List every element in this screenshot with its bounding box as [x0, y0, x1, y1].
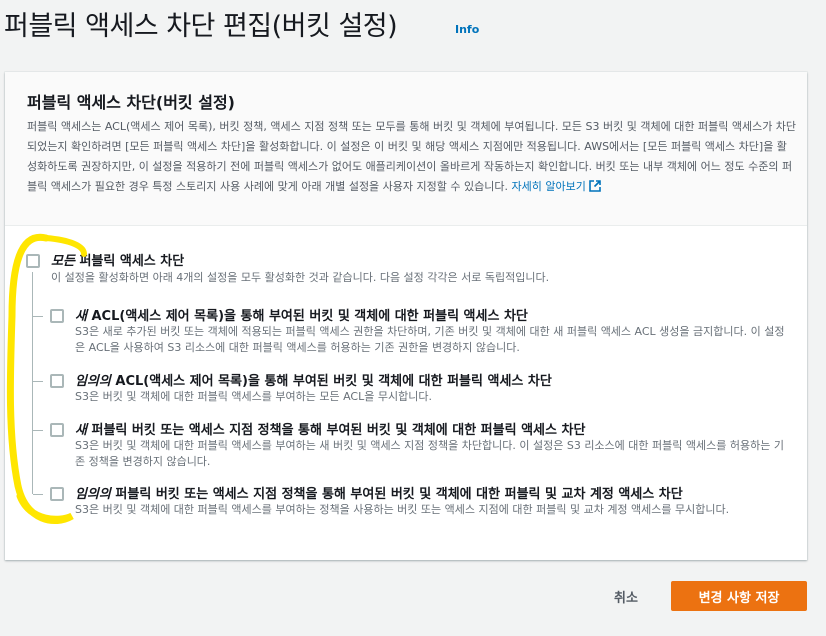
block-all-label-rest: 퍼블릭 액세스 차단 — [74, 254, 185, 269]
block-new-acl-label-rest: ACL(액세스 제어 목록)을 통해 부여된 버킷 및 객체에 대한 퍼블릭 액… — [86, 309, 528, 324]
block-all-description: 이 설정을 활성화하면 아래 4개의 설정을 모두 활성화한 것과 같습니다. … — [51, 271, 550, 284]
block-new-policy-label: 새 퍼블릭 버킷 또는 액세스 지점 정책을 통해 부여된 버킷 및 객체에 대… — [75, 419, 585, 438]
block-new-policy-label-rest: 퍼블릭 버킷 또는 액세스 지점 정책을 통해 부여된 버킷 및 객체에 대한 … — [86, 423, 586, 438]
block-new-acl-label-em: 새 — [75, 309, 87, 324]
panel-description: 퍼블릭 액세스는 ACL(액세스 제어 목록), 버킷 정책, 액세스 지점 정… — [27, 117, 797, 197]
block-new-acl-checkbox[interactable] — [50, 309, 64, 323]
block-any-policy-checkbox[interactable] — [50, 487, 64, 501]
info-link[interactable]: Info — [455, 23, 479, 36]
block-new-policy-checkbox[interactable] — [50, 423, 64, 437]
block-any-acl-label: 임의의 ACL(액세스 제어 목록)을 통해 부여된 버킷 및 객체에 대한 퍼… — [75, 370, 552, 389]
panel-title: 퍼블릭 액세스 차단(버킷 설정) — [27, 93, 235, 112]
block-any-acl-checkbox[interactable] — [50, 374, 64, 388]
block-any-policy-description: S3은 버킷 및 객체에 대한 퍼블릭 액세스를 부여하는 정책을 사용하는 버… — [75, 503, 730, 516]
block-all-label-em: 모든 — [51, 254, 75, 269]
tree-branch — [33, 381, 43, 382]
learn-more-label: 자세히 알아보기 — [511, 180, 586, 193]
block-new-acl-label: 새 ACL(액세스 제어 목록)을 통해 부여된 버킷 및 객체에 대한 퍼블릭… — [75, 305, 528, 324]
tree-branch — [33, 494, 43, 495]
block-new-acl-description: S3은 새로 추가된 버킷 또는 객체에 적용되는 퍼블릭 액세스 권한을 차단… — [75, 325, 785, 354]
tree-branch — [33, 316, 43, 317]
page-title: 퍼블릭 액세스 차단 편집(버킷 설정) — [4, 11, 398, 42]
block-any-policy-label-em: 임의의 — [75, 487, 111, 502]
tree-branch — [33, 430, 43, 431]
page-header: 퍼블릭 액세스 차단 편집(버킷 설정) Info — [0, 0, 826, 56]
block-new-policy-label-em: 새 — [75, 423, 87, 438]
panel-description-text: 퍼블릭 액세스는 ACL(액세스 제어 목록), 버킷 정책, 액세스 지점 정… — [27, 120, 797, 193]
block-any-policy-label: 임의의 퍼블릭 버킷 또는 액세스 지점 정책을 통해 부여된 버킷 및 객체에… — [75, 483, 683, 502]
block-public-access-panel: 퍼블릭 액세스 차단(버킷 설정) 퍼블릭 액세스는 ACL(액세스 제어 목록… — [5, 72, 807, 560]
external-link-icon — [589, 180, 601, 192]
save-changes-button[interactable]: 변경 사항 저장 — [671, 581, 807, 611]
panel-header: 퍼블릭 액세스 차단(버킷 설정) 퍼블릭 액세스는 ACL(액세스 제어 목록… — [5, 72, 807, 226]
cancel-button[interactable]: 취소 — [598, 582, 654, 610]
learn-more-link[interactable]: 자세히 알아보기 — [511, 180, 601, 193]
block-all-label: 모든 퍼블릭 액세스 차단 — [51, 250, 184, 269]
tree-connector — [32, 272, 33, 494]
block-any-acl-label-rest: ACL(액세스 제어 목록)을 통해 부여된 버킷 및 객체에 대한 퍼블릭 액… — [110, 374, 552, 389]
block-all-checkbox[interactable] — [26, 254, 40, 268]
block-any-policy-label-rest: 퍼블릭 버킷 또는 액세스 지점 정책을 통해 부여된 버킷 및 객체에 대한 … — [110, 487, 683, 502]
block-any-acl-description: S3은 버킷 및 객체에 대한 퍼블릭 액세스를 부여하는 모든 ACL을 무시… — [75, 390, 432, 403]
block-any-acl-label-em: 임의의 — [75, 374, 111, 389]
block-new-policy-description: S3은 버킷 및 객체에 대한 퍼블릭 액세스를 부여하는 새 버킷 및 액세스… — [75, 439, 784, 468]
